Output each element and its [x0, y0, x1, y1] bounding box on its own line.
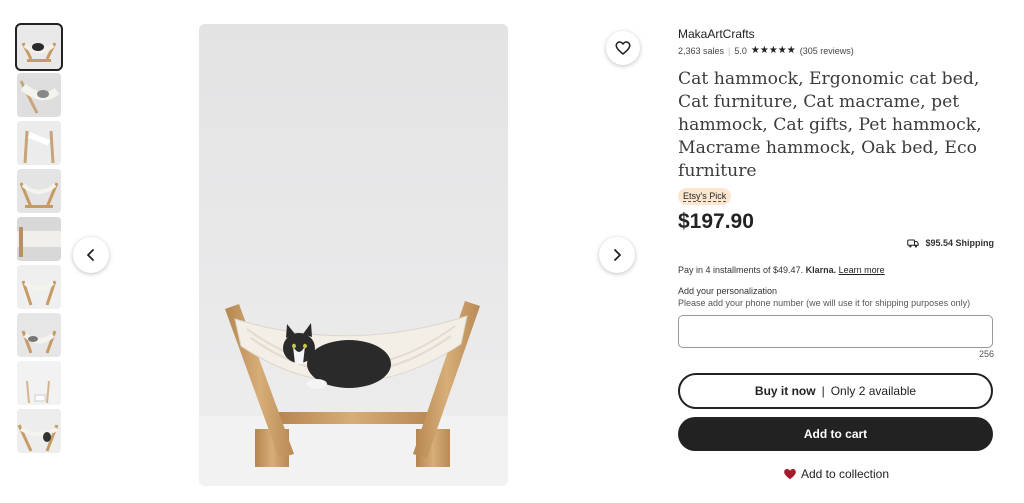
character-count: 256: [978, 349, 994, 359]
badge-label: Etsy's Pick: [683, 191, 727, 202]
truck-icon: [907, 239, 920, 248]
klarna-text: Pay in 4 installments of $49.47.: [678, 265, 804, 275]
thumbnail-9[interactable]: [17, 409, 61, 453]
buy-now-label: Buy it now: [754, 384, 816, 398]
divider: |: [728, 45, 731, 56]
personalization-help: Please add your phone number (we will us…: [678, 298, 971, 308]
star-rating-icon: ★★★★★: [750, 45, 796, 56]
klarna-installments: Pay in 4 installments of $49.47. Klarna.…: [678, 265, 994, 275]
add-to-collection-button[interactable]: Add to collection: [678, 467, 994, 481]
next-image-button[interactable]: [599, 237, 635, 273]
thumbnail-2[interactable]: [17, 73, 61, 117]
thumbnail-7[interactable]: [17, 313, 61, 357]
thumbnail-8[interactable]: [17, 361, 61, 405]
thumbnail-strip: [15, 23, 63, 457]
listing-info: MakaArtCrafts 2,363 sales | 5.0 ★★★★★ (3…: [678, 27, 994, 481]
thumbnail-6[interactable]: [17, 265, 61, 309]
chevron-left-icon: [87, 249, 94, 261]
price: $197.90: [678, 210, 754, 233]
thumbnail-5[interactable]: [17, 217, 61, 261]
personalization-label: Add your personalization: [678, 286, 778, 296]
sales-count: 2,363 sales: [678, 45, 725, 56]
previous-image-button[interactable]: [73, 237, 109, 273]
shop-meta: 2,363 sales | 5.0 ★★★★★ (305 reviews): [678, 45, 994, 56]
buy-separator: |: [821, 384, 825, 398]
shipping-cost: $95.54 Shipping: [925, 238, 994, 248]
heart-filled-icon: [784, 469, 796, 480]
learn-more-link[interactable]: Learn more: [839, 265, 885, 275]
main-product-image: [199, 24, 508, 486]
etsys-pick-badge[interactable]: Etsy's Pick: [678, 188, 732, 205]
klarna-brand: Klarna.: [805, 265, 837, 275]
buy-it-now-button[interactable]: Buy it now | Only 2 available: [678, 373, 993, 409]
thumbnail-4[interactable]: [17, 169, 61, 213]
thumbnail-3[interactable]: [17, 121, 61, 165]
availability-label: Only 2 available: [830, 384, 917, 398]
reviews-link[interactable]: (305 reviews): [800, 46, 854, 56]
personalization-input[interactable]: [678, 315, 993, 348]
product-title: Cat hammock, Ergonomic cat bed, Cat furn…: [678, 69, 982, 181]
add-to-cart-button[interactable]: Add to cart: [678, 417, 993, 451]
thumbnail-1[interactable]: [15, 23, 63, 71]
chevron-right-icon: [614, 249, 621, 261]
shipping-info: $95.54 Shipping: [678, 237, 994, 249]
favorite-button[interactable]: [606, 31, 640, 65]
rating-value: 5.0: [734, 45, 747, 56]
shop-name-link[interactable]: MakaArtCrafts: [678, 27, 994, 41]
add-to-collection-label: Add to collection: [800, 467, 890, 481]
heart-outline-icon: [615, 41, 631, 55]
